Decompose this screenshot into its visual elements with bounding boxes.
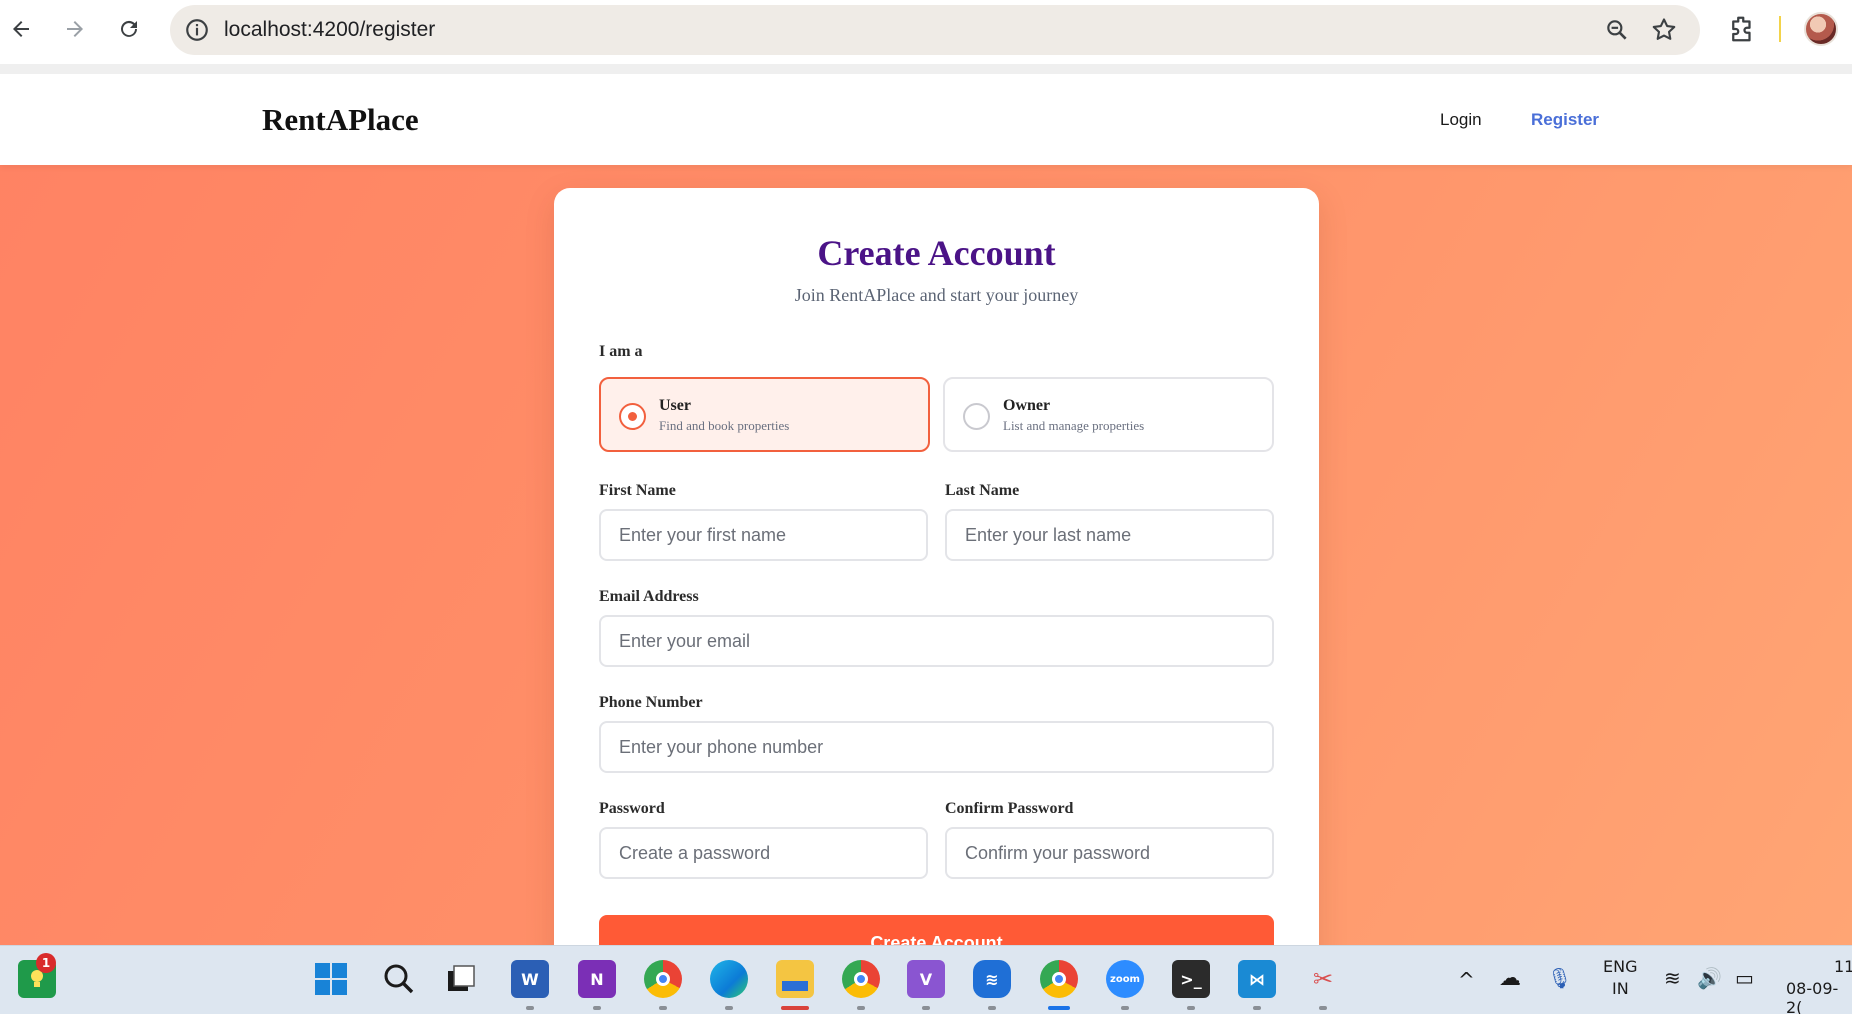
running-indicator xyxy=(526,1006,534,1010)
snipping-tool-icon[interactable]: ✂ xyxy=(1304,960,1342,998)
brand-logo[interactable]: RentAPlace xyxy=(262,102,419,138)
role-option-owner[interactable]: Owner List and manage properties xyxy=(943,377,1274,452)
edge-icon[interactable] xyxy=(710,960,748,998)
first-name-label: First Name xyxy=(599,482,676,499)
language-region: IN xyxy=(1612,979,1629,998)
running-indicator xyxy=(1187,1006,1195,1010)
forward-button[interactable] xyxy=(56,10,94,48)
role-label: I am a xyxy=(599,343,643,360)
file-explorer-icon[interactable] xyxy=(776,960,814,998)
wifi-icon[interactable]: ≋ xyxy=(1664,966,1681,990)
url-host: localhost xyxy=(224,18,307,41)
first-name-input[interactable] xyxy=(599,509,928,561)
clock-date[interactable]: 08-09-2( xyxy=(1786,979,1852,1014)
address-bar[interactable]: localhost:4200/register xyxy=(170,5,1700,55)
back-button[interactable] xyxy=(2,10,40,48)
reload-button[interactable] xyxy=(110,10,148,48)
onenote-icon[interactable]: N xyxy=(578,960,616,998)
chrome-active-icon[interactable] xyxy=(1040,960,1078,998)
clock-time[interactable]: 11 xyxy=(1834,957,1852,976)
arrow-right-icon xyxy=(67,21,83,37)
running-indicator xyxy=(781,1006,809,1010)
url-text[interactable]: localhost:4200/register xyxy=(224,18,435,42)
running-indicator xyxy=(922,1006,930,1010)
running-indicator xyxy=(659,1006,667,1010)
confirm-password-input[interactable] xyxy=(945,827,1274,879)
running-indicator xyxy=(1121,1006,1129,1010)
running-indicator xyxy=(1253,1006,1261,1010)
register-card: Create Account Join RentAPlace and start… xyxy=(554,188,1319,945)
running-indicator xyxy=(988,1006,996,1010)
nav-login-link[interactable]: Login xyxy=(1440,110,1482,130)
active-window-indicator xyxy=(1048,1006,1070,1010)
onedrive-cloud-icon[interactable]: ☁ xyxy=(1499,966,1521,991)
running-indicator xyxy=(1319,1006,1327,1010)
page-subtitle: Join RentAPlace and start your journey xyxy=(794,285,1079,305)
microphone-location-icon[interactable]: 🎙 xyxy=(1547,966,1572,990)
zoom-icon[interactable] xyxy=(1604,17,1630,43)
zoom-app-icon[interactable]: zoom xyxy=(1106,960,1144,998)
confirm-password-label: Confirm Password xyxy=(945,800,1074,817)
email-label: Email Address xyxy=(599,588,699,605)
role-option-user[interactable]: User Find and book properties xyxy=(599,377,930,452)
search-icon[interactable] xyxy=(380,960,418,998)
task-view-icon[interactable] xyxy=(442,960,480,998)
url-path: :4200/register xyxy=(306,18,436,41)
magnifier-icon xyxy=(384,964,414,994)
windows-logo-icon xyxy=(315,963,347,995)
page-title: Create Account xyxy=(817,233,1056,273)
role-description: List and manage properties xyxy=(1003,418,1145,433)
task-view-glyph-icon xyxy=(448,965,475,991)
azure-data-studio-icon[interactable]: ≋ xyxy=(973,960,1011,998)
taskbar: 1 W N V ≋ zoom >_ ⋈ ✂ ^ ☁ 🎙 ENG IN ≋ 🔊 ▭… xyxy=(0,945,1852,1014)
browser-toolbar: localhost:4200/register xyxy=(0,0,1852,64)
chevron-up-icon[interactable]: ^ xyxy=(1458,968,1475,992)
extensions-icon[interactable] xyxy=(1727,14,1757,44)
last-name-input[interactable] xyxy=(945,509,1274,561)
chrome-profile-icon[interactable] xyxy=(842,960,880,998)
notification-badge: 1 xyxy=(36,953,56,973)
running-indicator xyxy=(725,1006,733,1010)
terminal-icon[interactable]: >_ xyxy=(1172,960,1210,998)
create-account-button[interactable]: Create Account xyxy=(599,915,1274,945)
volume-icon[interactable]: 🔊 xyxy=(1697,966,1722,990)
radio-unselected-icon[interactable] xyxy=(963,403,990,430)
running-indicator xyxy=(593,1006,601,1010)
bookmark-star-icon[interactable] xyxy=(1650,16,1678,44)
arrow-left-icon xyxy=(13,21,29,37)
start-icon[interactable] xyxy=(312,960,350,998)
reload-icon xyxy=(121,20,137,37)
nav-register-link[interactable]: Register xyxy=(1531,110,1599,130)
page-background: RentAPlace Login Register Create Account… xyxy=(0,74,1852,945)
role-description: Find and book properties xyxy=(659,418,790,433)
vscode-icon[interactable]: ⋈ xyxy=(1238,960,1276,998)
password-label: Password xyxy=(599,800,665,817)
running-indicator xyxy=(857,1006,865,1010)
last-name-label: Last Name xyxy=(945,482,1020,499)
chrome-icon[interactable] xyxy=(644,960,682,998)
visual-studio-icon[interactable]: V xyxy=(907,960,945,998)
site-header: RentAPlace Login Register xyxy=(0,74,1852,165)
role-title: Owner xyxy=(1003,397,1051,414)
radio-selected-icon[interactable] xyxy=(619,403,646,430)
email-input[interactable] xyxy=(599,615,1274,667)
toolbar-bottom-strip xyxy=(0,64,1852,74)
battery-icon[interactable]: ▭ xyxy=(1735,966,1754,990)
password-input[interactable] xyxy=(599,827,928,879)
word-icon[interactable]: W xyxy=(511,960,549,998)
profile-avatar[interactable] xyxy=(1804,12,1838,46)
toolbar-divider xyxy=(1779,16,1781,42)
role-title: User xyxy=(659,397,691,414)
phone-input[interactable] xyxy=(599,721,1274,773)
phone-label: Phone Number xyxy=(599,694,703,711)
info-icon[interactable] xyxy=(184,17,210,43)
language-indicator[interactable]: ENG xyxy=(1603,957,1637,976)
